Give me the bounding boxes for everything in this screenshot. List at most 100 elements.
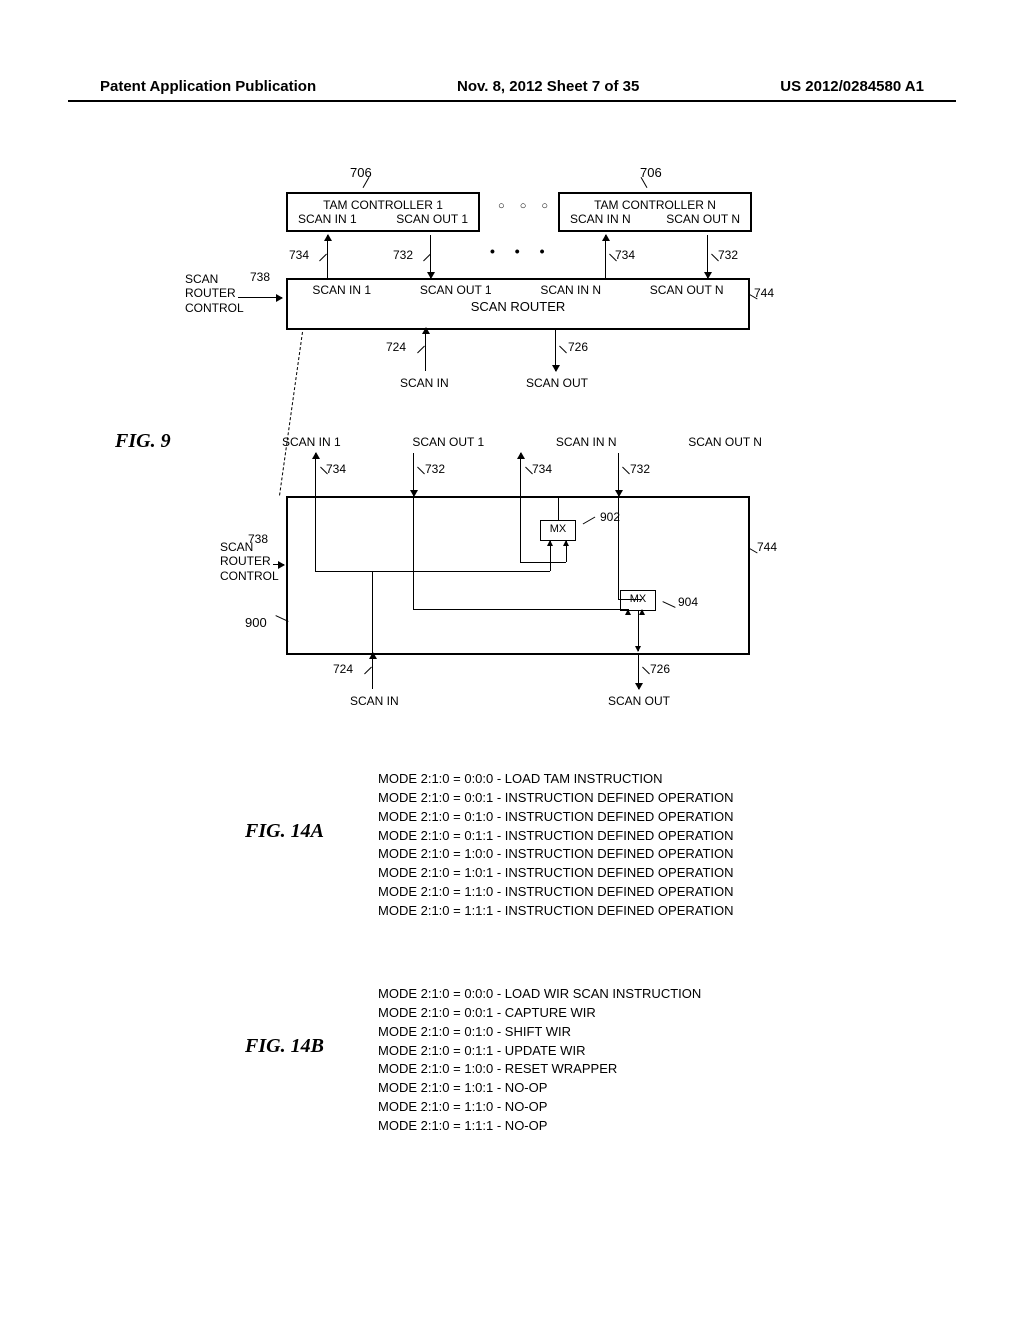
src2-l2: ROUTER <box>220 554 271 568</box>
mode-line: MODE 2:1:0 = 0:0:1 - INSTRUCTION DEFINED… <box>378 789 734 808</box>
arrow-726-scan-out <box>555 328 556 371</box>
ref-732-a: 732 <box>393 248 413 262</box>
leader-734-a <box>319 254 327 262</box>
tam-controller-1: TAM CONTROLLER 1 SCAN IN 1 SCAN OUT 1 <box>286 192 480 232</box>
page-header: Patent Application Publication Nov. 8, 2… <box>0 78 1024 95</box>
tam-controller-n: TAM CONTROLLER N SCAN IN N SCAN OUT N <box>558 192 752 232</box>
wire <box>315 496 316 571</box>
leader-724-lower <box>364 667 372 675</box>
wire <box>618 599 642 600</box>
ref-734-c: 734 <box>326 462 346 476</box>
wire-arrow <box>566 541 567 562</box>
ref-706-right: 706 <box>640 165 662 180</box>
header-right: US 2012/0284580 A1 <box>780 78 924 95</box>
mode-line: MODE 2:1:0 = 1:0:0 - RESET WRAPPER <box>378 1060 701 1079</box>
detail-callout-dashed-line <box>279 332 303 496</box>
arrow-c732-b <box>618 453 619 496</box>
leader-726-upper <box>559 346 567 354</box>
ref-724-upper: 724 <box>386 340 406 354</box>
figure-14a-list: MODE 2:1:0 = 0:0:0 - LOAD TAM INSTRUCTIO… <box>378 770 734 921</box>
mode-line: MODE 2:1:0 = 0:0:0 - LOAD WIR SCAN INSTR… <box>378 985 701 1004</box>
ref-904: 904 <box>678 595 698 609</box>
arrow-732-tamn-out <box>707 235 708 278</box>
scan-in-label-upper: SCAN IN <box>400 376 449 390</box>
mode-line: MODE 2:1:0 = 1:0:1 - NO-OP <box>378 1079 701 1098</box>
wire <box>520 562 566 563</box>
tam-n-scan-out: SCAN OUT N <box>666 212 740 226</box>
leader-732-c <box>417 467 425 475</box>
mode-line: MODE 2:1:0 = 0:1:0 - SHIFT WIR <box>378 1023 701 1042</box>
scan-router-box: SCAN IN 1 SCAN OUT 1 SCAN IN N SCAN OUT … <box>286 278 750 330</box>
mux-top-port-labels: SCAN IN 1 SCAN OUT 1 SCAN IN N SCAN OUT … <box>282 435 762 449</box>
tam-n-title: TAM CONTROLLER N <box>570 198 740 212</box>
figure-14b-list: MODE 2:1:0 = 0:0:0 - LOAD WIR SCAN INSTR… <box>378 985 701 1136</box>
arrow-724-lower <box>372 653 373 689</box>
arrow-732-tam1-out <box>430 235 431 278</box>
arrow-726-lower <box>638 653 639 689</box>
tam-1-title: TAM CONTROLLER 1 <box>298 198 468 212</box>
tam-1-scan-in: SCAN IN 1 <box>298 212 357 226</box>
leader-732-d <box>622 467 630 475</box>
figure-9-label: FIG. 9 <box>115 430 171 453</box>
scan-out-label-upper: SCAN OUT <box>526 376 588 390</box>
mode-line: MODE 2:1:0 = 1:0:1 - INSTRUCTION DEFINED… <box>378 864 734 883</box>
router-port-out1: SCAN OUT 1 <box>420 283 492 297</box>
src-l3: CONTROL <box>185 301 244 315</box>
wire <box>520 496 521 562</box>
wire-arrow <box>638 611 639 651</box>
ref-734-b: 734 <box>615 248 635 262</box>
ref-734-d: 734 <box>532 462 552 476</box>
arrowhead-icon <box>625 609 631 615</box>
arrow-734-tam1-in <box>327 235 328 278</box>
scan-in-label-lower: SCAN IN <box>350 694 399 708</box>
mux-port-inN: SCAN IN N <box>556 435 617 449</box>
page: Patent Application Publication Nov. 8, 2… <box>0 0 1024 1320</box>
scan-router-control-label-2: SCAN ROUTER CONTROL <box>220 540 279 583</box>
arrow-c732-a <box>413 453 414 496</box>
mode-line: MODE 2:1:0 = 1:1:1 - INSTRUCTION DEFINED… <box>378 902 734 921</box>
mode-line: MODE 2:1:0 = 0:1:1 - UPDATE WIR <box>378 1042 701 1061</box>
src-l2: ROUTER <box>185 286 236 300</box>
tam-1-scan-out: SCAN OUT 1 <box>396 212 468 226</box>
arrowhead-icon <box>639 609 645 615</box>
ref-724-lower: 724 <box>333 662 353 676</box>
wire-arrow <box>550 541 551 571</box>
tam-n-scan-in: SCAN IN N <box>570 212 631 226</box>
scan-out-label-lower: SCAN OUT <box>608 694 670 708</box>
src-arrow-1 <box>238 297 282 298</box>
scan-router-control-label: SCAN ROUTER CONTROL <box>185 272 244 315</box>
header-left: Patent Application Publication <box>100 78 316 95</box>
mode-line: MODE 2:1:0 = 0:1:0 - INSTRUCTION DEFINED… <box>378 808 734 827</box>
src2-l3: CONTROL <box>220 569 279 583</box>
ref-732-b: 732 <box>718 248 738 262</box>
ref-726-lower: 726 <box>650 662 670 676</box>
wire <box>372 571 373 651</box>
mux-port-outN: SCAN OUT N <box>688 435 762 449</box>
mode-line: MODE 2:1:0 = 0:1:1 - INSTRUCTION DEFINED… <box>378 827 734 846</box>
ref-734-a: 734 <box>289 248 309 262</box>
mode-line: MODE 2:1:0 = 0:0:0 - LOAD TAM INSTRUCTIO… <box>378 770 734 789</box>
mux-port-out1: SCAN OUT 1 <box>412 435 484 449</box>
scan-router-detail-box <box>286 496 750 655</box>
mode-line: MODE 2:1:0 = 1:1:0 - INSTRUCTION DEFINED… <box>378 883 734 902</box>
ref-900: 900 <box>245 615 267 630</box>
mode-line: MODE 2:1:0 = 1:1:1 - NO-OP <box>378 1117 701 1136</box>
router-port-outN: SCAN OUT N <box>650 283 724 297</box>
ellipsis-circles-icon: ○ ○ ○ <box>498 200 554 212</box>
ref-732-c: 732 <box>425 462 445 476</box>
wire <box>558 496 559 520</box>
router-port-inN: SCAN IN N <box>540 283 601 297</box>
arrow-c734-a <box>315 453 316 496</box>
ref-744-lower: 744 <box>757 540 777 554</box>
mux-902: MX <box>540 520 576 541</box>
ellipsis-dots-icon: • • • <box>490 243 552 259</box>
mode-line: MODE 2:1:0 = 1:1:0 - NO-OP <box>378 1098 701 1117</box>
figure-14b-label: FIG. 14B <box>245 1035 324 1058</box>
wire <box>618 496 619 599</box>
figure-14a-label: FIG. 14A <box>245 820 324 843</box>
header-rule <box>68 100 956 102</box>
ref-726-upper: 726 <box>568 340 588 354</box>
wire <box>413 609 629 610</box>
leader-726-lower <box>642 667 650 675</box>
src-arrow-2 <box>273 564 284 565</box>
